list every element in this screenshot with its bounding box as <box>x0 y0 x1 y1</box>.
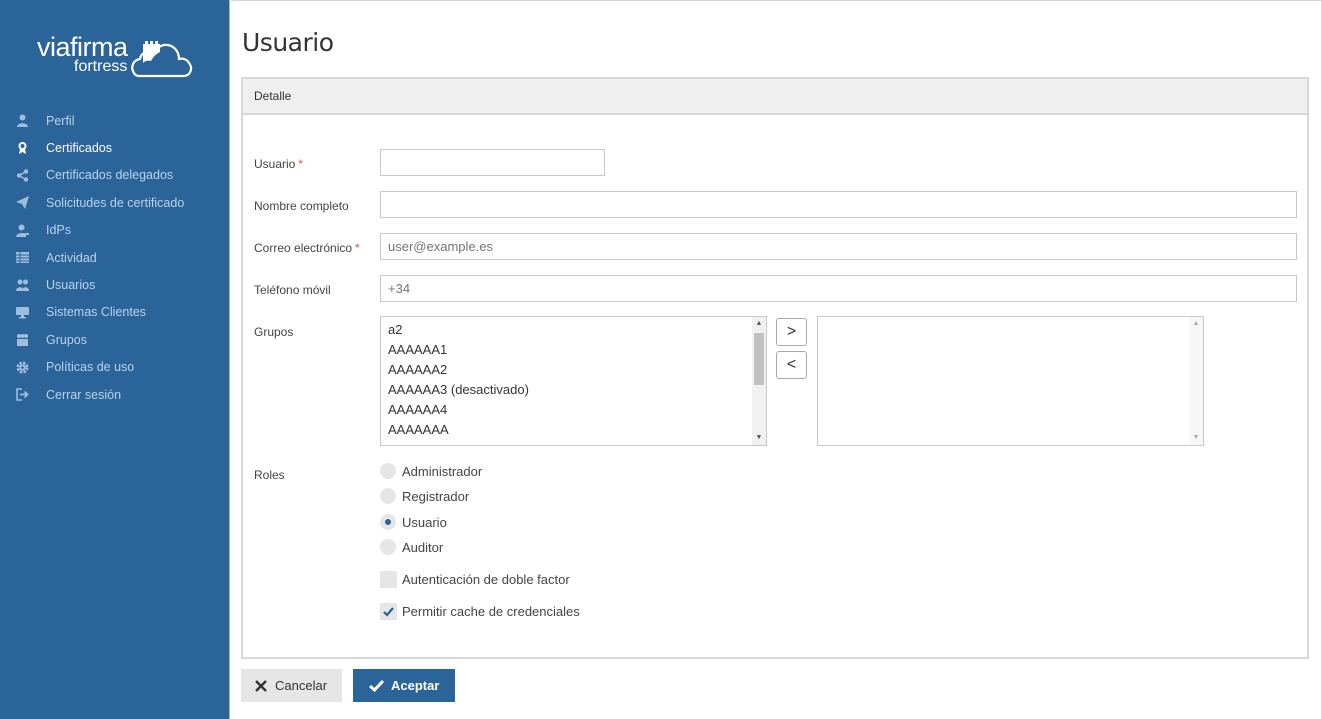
scroll-down-icon[interactable]: ▼ <box>752 431 766 445</box>
correo-label: Correo electrónico * <box>254 241 360 255</box>
scrollbar-thumb[interactable] <box>754 333 764 385</box>
certificate-icon <box>18 142 27 155</box>
sign-out-icon <box>16 388 29 401</box>
role-usuario-radio[interactable]: Usuario <box>380 514 447 530</box>
panel-heading: Detalle <box>243 79 1307 115</box>
user-key-icon <box>16 224 29 237</box>
sidebar-item-certificados-delegados[interactable]: Certificados delegados <box>0 162 230 189</box>
castle-cloud-icon <box>131 41 193 78</box>
list-item[interactable]: AAAAAA4 <box>381 400 766 420</box>
scroll-down-icon[interactable]: ▼ <box>1189 431 1203 445</box>
email-field[interactable] <box>380 233 1297 260</box>
sidebar-item-certificados[interactable]: Certificados <box>0 134 230 161</box>
share-icon <box>16 169 29 182</box>
cache-credenciales-checkbox[interactable]: Permitir cache de credenciales <box>380 603 580 620</box>
main-content: Usuario Detalle Usuario * Nombre completo… <box>231 0 1322 719</box>
checkmark-icon <box>369 679 384 692</box>
monitor-icon <box>16 306 29 319</box>
sidebar-item-label: Sistemas Clientes <box>46 305 147 320</box>
required-mark: * <box>355 241 360 255</box>
list-item[interactable]: a2 <box>381 320 766 340</box>
roles-label: Roles <box>254 468 285 482</box>
page-title: Usuario <box>242 28 334 57</box>
sidebar-item-label: Actividad <box>46 250 97 265</box>
radio-label: Administrador <box>402 463 483 479</box>
role-administrador-radio[interactable]: Administrador <box>380 463 482 479</box>
radio-button[interactable] <box>380 539 396 555</box>
checkbox-label: Autenticación de doble factor <box>402 572 570 587</box>
accept-label: Aceptar <box>391 678 440 693</box>
usuario-label: Usuario * <box>254 157 304 171</box>
sidebar-item-cerrar-sesion[interactable]: Cerrar sesión <box>0 381 230 408</box>
role-registrador-radio[interactable]: Registrador <box>380 488 469 504</box>
sidebar-item-label: Certificados <box>46 141 112 156</box>
scrollbar[interactable]: ▲ ▼ <box>1189 317 1203 445</box>
accept-button[interactable]: Aceptar <box>353 669 455 702</box>
required-mark: * <box>298 157 304 171</box>
sidebar-item-label: Certificados delegados <box>46 168 174 183</box>
sidebar-item-label: Grupos <box>46 332 87 347</box>
radio-button[interactable] <box>380 463 396 479</box>
checkbox-label: Permitir cache de credenciales <box>402 604 580 619</box>
table-icon <box>16 251 29 263</box>
list-item[interactable]: AAAAAAA <box>381 420 766 440</box>
detail-panel: Detalle Usuario * Nombre completo Correo … <box>241 77 1309 659</box>
radio-button-selected[interactable] <box>380 514 396 530</box>
sidebar-item-perfil[interactable]: Perfil <box>0 107 230 134</box>
grupos-label: Grupos <box>254 325 294 339</box>
sidebar-item-usuarios[interactable]: Usuarios <box>0 271 230 298</box>
sidebar-item-label: Usuarios <box>46 278 96 293</box>
radio-label: Registrador <box>402 488 470 504</box>
gear-icon <box>16 361 29 374</box>
sidebar: viafirma fortress Perfil Certificados Ce… <box>0 0 230 719</box>
users-icon <box>16 279 29 292</box>
nombre-completo-input[interactable] <box>380 191 1297 218</box>
scroll-up-icon[interactable]: ▲ <box>1189 317 1203 331</box>
role-auditor-radio[interactable]: Auditor <box>380 539 443 555</box>
sidebar-item-grupos[interactable]: Grupos <box>0 326 230 353</box>
scroll-up-icon[interactable]: ▲ <box>752 317 766 331</box>
checkbox[interactable] <box>380 571 397 588</box>
chevron-left-icon: < <box>786 356 797 373</box>
sidebar-item-politicas[interactable]: Políticas de uso <box>0 354 230 381</box>
radio-button[interactable] <box>380 488 396 504</box>
user-icon <box>17 114 28 127</box>
nombre-completo-label: Nombre completo <box>254 199 349 213</box>
selected-groups-list[interactable]: ▲ ▼ <box>817 316 1204 446</box>
usuario-input[interactable] <box>380 149 605 176</box>
add-group-button[interactable]: > <box>776 318 807 346</box>
paper-plane-icon <box>16 196 29 210</box>
sidebar-nav: Perfil Certificados Certificados delegad… <box>0 107 230 408</box>
radio-label: Usuario <box>402 514 447 530</box>
list-item[interactable]: AAAAAA1 <box>381 340 766 360</box>
close-icon <box>255 679 267 692</box>
checkbox-checked[interactable] <box>380 603 397 620</box>
chevron-right-icon: > <box>786 323 797 340</box>
sidebar-item-actividad[interactable]: Actividad <box>0 244 230 271</box>
telefono-input[interactable] <box>380 275 1297 302</box>
sidebar-item-label: Solicitudes de certificado <box>46 195 185 210</box>
radio-label: Auditor <box>402 539 444 555</box>
brand-logo[interactable]: viafirma fortress <box>37 30 197 82</box>
sidebar-item-label: IdPs <box>46 223 72 238</box>
list-item[interactable]: AAAAAA2 <box>381 360 766 380</box>
remove-group-button[interactable]: < <box>776 351 807 379</box>
available-groups-list[interactable]: a2 AAAAAA1 AAAAAA2 AAAAAA3 (desactivado)… <box>380 316 767 446</box>
cancel-button[interactable]: Cancelar <box>241 669 342 702</box>
sidebar-item-sistemas-clientes[interactable]: Sistemas Clientes <box>0 299 230 326</box>
sidebar-item-label: Políticas de uso <box>46 360 135 375</box>
doble-factor-checkbox[interactable]: Autenticación de doble factor <box>380 571 570 588</box>
telefono-label: Teléfono móvil <box>254 283 331 297</box>
sidebar-item-label: Perfil <box>46 113 75 128</box>
cancel-label: Cancelar <box>275 678 328 693</box>
list-item[interactable]: AAAAAA3 (desactivado) <box>381 380 766 400</box>
scrollbar[interactable]: ▲ ▼ <box>752 317 766 445</box>
brand-product: fortress <box>74 58 128 75</box>
sidebar-item-label: Cerrar sesión <box>46 387 122 402</box>
sidebar-item-idps[interactable]: IdPs <box>0 217 230 244</box>
group-icon <box>17 334 28 347</box>
sidebar-item-solicitudes[interactable]: Solicitudes de certificado <box>0 189 230 216</box>
checkmark-icon <box>383 607 394 617</box>
